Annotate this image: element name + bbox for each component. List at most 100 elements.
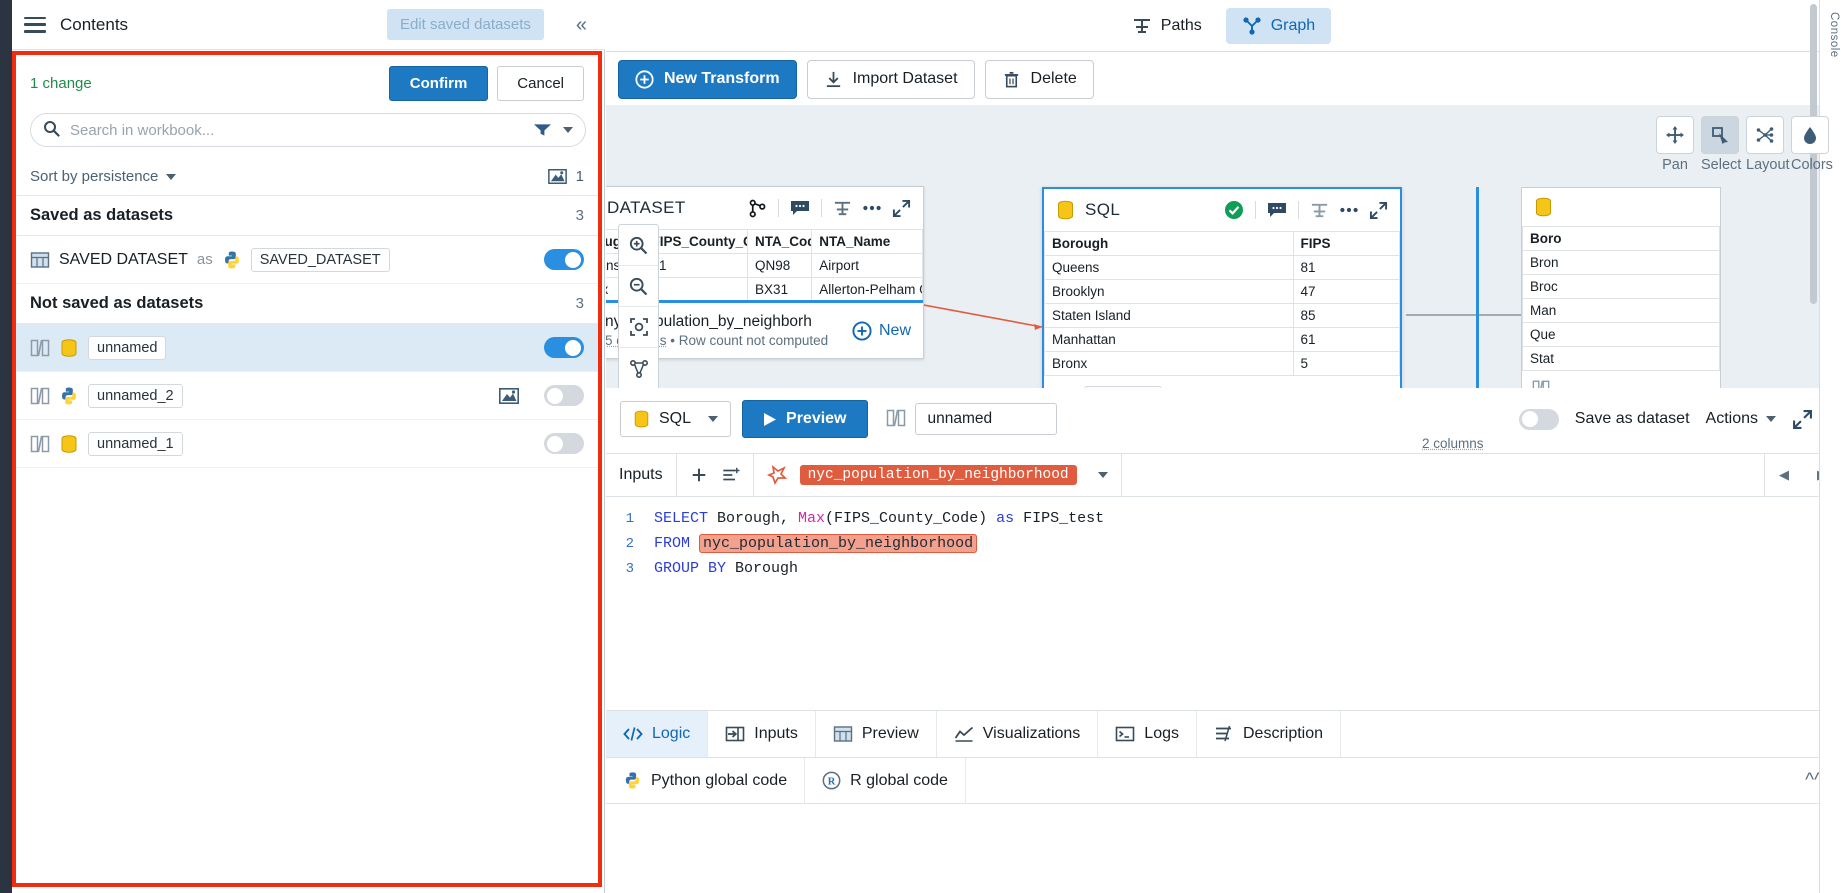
tab-graph[interactable]: Graph (1225, 7, 1332, 44)
table-row: Manhattan 61 (1044, 327, 1400, 352)
expand-icon[interactable] (1369, 201, 1388, 220)
add-input-icon[interactable] (690, 466, 708, 484)
search-input[interactable] (70, 121, 534, 139)
import-dataset-button[interactable]: Import Dataset (806, 59, 975, 99)
zoom-out-button[interactable] (619, 266, 658, 307)
zoom-in-button[interactable] (619, 225, 658, 266)
list-item[interactable]: unnamed (16, 324, 598, 372)
table-row: Bron (1522, 250, 1720, 275)
transform-output-name-input[interactable]: unnamed (914, 403, 1057, 435)
inputs-icon (725, 726, 745, 742)
graph-tools-toolbar (1656, 116, 1829, 154)
tab-paths[interactable]: Paths (1116, 8, 1218, 44)
sort-by-dropdown[interactable]: Sort by persistence (30, 168, 177, 185)
comment-icon[interactable] (1267, 202, 1287, 219)
tab-inputs[interactable]: Inputs (708, 711, 816, 757)
input-dataset-token[interactable]: nyc_population_by_neighborhood (799, 465, 1077, 485)
transform-output-columns[interactable]: 2 columns (1422, 436, 1484, 451)
actions-dropdown[interactable]: Actions (1706, 410, 1776, 428)
paths-icon[interactable] (1310, 201, 1329, 220)
image-icon[interactable] (499, 386, 519, 406)
code-text: GROUP BY Borough (654, 560, 799, 577)
page-title: Contents (60, 14, 129, 34)
tab-r-global-code[interactable]: R R global code (805, 758, 966, 803)
transform-name-chip[interactable]: unnamed_1 (88, 431, 183, 456)
dataset-to-sql-edge (924, 304, 1043, 330)
prev-input-button[interactable]: ◀ (1765, 467, 1803, 483)
sql-table-body: Queens 81 Brooklyn 47 Staten Island 85 Manhatt… (1044, 255, 1400, 376)
tab-r-global-code-label: R global code (850, 771, 948, 789)
alias-chip[interactable]: SAVED_DATASET (250, 247, 390, 272)
column-header: NTA_Code (747, 229, 813, 254)
persistence-toggle[interactable] (544, 433, 584, 454)
collapse-sidebar-icon[interactable]: « (570, 15, 593, 35)
fit-to-screen-button[interactable] (619, 307, 658, 348)
tab-logs[interactable]: Logs (1098, 711, 1197, 757)
relayout-button[interactable] (619, 348, 658, 388)
inline-dataset-token[interactable]: nyc_population_by_neighborhood (699, 534, 978, 553)
expand-icon[interactable] (892, 199, 911, 218)
comment-icon[interactable] (790, 200, 810, 217)
right-rail-label[interactable]: Console (1820, 12, 1840, 58)
vertical-scrollbar[interactable] (1810, 4, 1817, 304)
transform-name-chip[interactable]: unnamed (88, 335, 167, 360)
database-icon (61, 434, 77, 453)
pan-tool-button[interactable] (1656, 116, 1694, 154)
list-item[interactable]: unnamed_2 (16, 372, 598, 420)
graph-canvas[interactable]: DATASET BoroughFIPS_County_CodeNTA_CodeN… (606, 105, 1841, 388)
edit-saved-datasets-button[interactable]: Edit saved datasets (386, 9, 544, 40)
chevron-down-icon (1766, 416, 1776, 422)
select-tool-button[interactable] (1701, 116, 1739, 154)
sql-card-title: SQL (1085, 200, 1121, 219)
change-count-label: 1 change (30, 75, 92, 92)
tab-logic[interactable]: Logic (606, 711, 709, 757)
save-as-dataset-toggle[interactable] (1518, 408, 1559, 430)
transform-icon (1532, 380, 1550, 388)
delete-button[interactable]: Delete (984, 59, 1094, 99)
confirm-button[interactable]: Confirm (388, 66, 489, 101)
tab-python-global-code-label: Python global code (651, 771, 788, 789)
more-icon[interactable] (1340, 207, 1358, 213)
filter-button[interactable] (534, 123, 573, 137)
transform-icon (30, 435, 50, 452)
list-item[interactable]: SAVED DATASET as SAVED_DATASET (16, 236, 598, 284)
table-cell: Airport (811, 253, 923, 278)
persistence-toggle[interactable] (544, 385, 584, 406)
code-line: 2 FROM nyc_population_by_neighborhood (606, 531, 1841, 556)
chevron-down-icon[interactable] (1097, 472, 1108, 478)
sql-output-name[interactable]: unnamed (1084, 386, 1163, 388)
transform-name-chip[interactable]: unnamed_2 (88, 383, 183, 408)
dataset-new-button[interactable]: New (852, 320, 911, 341)
code-icon (623, 727, 643, 741)
dataset-name: SAVED DATASET (59, 250, 188, 268)
more-icon[interactable] (863, 205, 881, 211)
language-dropdown[interactable]: SQL (620, 401, 732, 437)
table-cell: QN98 (747, 253, 813, 278)
table-row: Queens 81 (1044, 255, 1400, 280)
tab-visualizations[interactable]: Visualizations (937, 711, 1099, 757)
tab-preview[interactable]: Preview (816, 711, 937, 757)
offscreen-node-card[interactable]: Boro BronBrocManQueStat 3 (1521, 187, 1721, 388)
preview-label: Preview (786, 410, 847, 427)
search-box[interactable] (30, 113, 586, 147)
paths-icon[interactable] (833, 199, 852, 218)
global-code-tabs: Python global code R R global code ^^ (606, 757, 1841, 804)
persistence-toggle[interactable] (544, 249, 584, 270)
new-transform-button[interactable]: New Transform (618, 59, 797, 99)
list-item[interactable]: unnamed_1 (16, 420, 598, 468)
code-editor[interactable]: 1 SELECT Borough, Max(FIPS_County_Code) … (606, 497, 1841, 707)
transform-output: unnamed (886, 403, 1057, 435)
preview-button[interactable]: Preview (742, 400, 868, 438)
expand-panel-icon[interactable] (1792, 409, 1813, 430)
layout-tool-button[interactable] (1746, 116, 1784, 154)
sql-node-card[interactable]: SQL Borough FIPS Queens 81 Brooklyn 47 S… (1042, 187, 1402, 388)
visualization-count: 1 (547, 168, 584, 185)
tab-python-global-code[interactable]: Python global code (606, 758, 806, 803)
branch-icon[interactable] (748, 199, 767, 218)
cancel-button[interactable]: Cancel (497, 66, 584, 101)
hamburger-menu-icon[interactable] (24, 16, 46, 33)
add-list-icon[interactable] (721, 466, 740, 484)
colors-tool-button[interactable] (1791, 116, 1829, 154)
tab-description[interactable]: Description (1197, 711, 1342, 757)
persistence-toggle[interactable] (544, 337, 584, 358)
